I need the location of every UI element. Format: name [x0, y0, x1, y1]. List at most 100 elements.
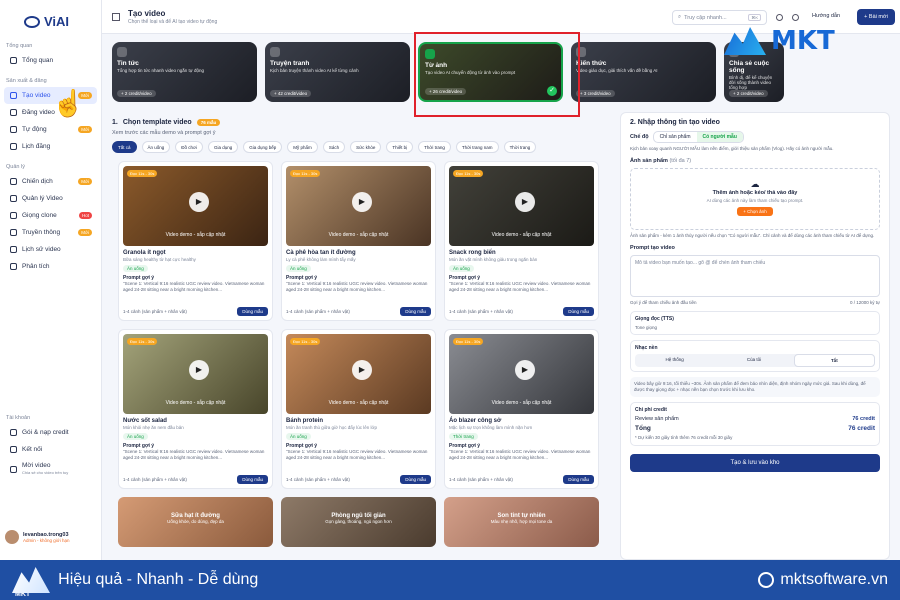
page-title: Tạo video [128, 8, 166, 18]
sidebar-item-auto[interactable]: Tự động Mới [4, 121, 97, 138]
video-thumbnail[interactable]: Đọc 11s - 30s ▶ Video demo - sắp cập nhật [286, 334, 431, 414]
create-save-button[interactable]: Tạo & lưu vào kho [630, 453, 880, 472]
video-thumbnail[interactable]: Đọc 11s - 30s ▶ Video demo - sắp cập nhật [286, 166, 431, 246]
sidebar-item-media[interactable]: Truyền thông Mới [4, 224, 97, 241]
filter-chip[interactable]: Gia dụng [208, 141, 239, 153]
filter-chip[interactable]: Sách [322, 141, 346, 153]
filter-chip[interactable]: Gia dụng bếp [243, 141, 283, 153]
play-icon[interactable]: ▶ [515, 192, 535, 212]
template-card-preview[interactable]: Phòng ngủ tối giản Gọn gàng, thoáng, ngủ … [281, 497, 436, 547]
upload-icon [10, 109, 17, 116]
music-option-off[interactable]: Tắt [793, 354, 875, 368]
sidebar-item-connect[interactable]: Kết nối [4, 441, 97, 458]
cost-total: Tổng 76 credit [635, 425, 875, 433]
play-icon[interactable]: ▶ [189, 192, 209, 212]
filter-chip[interactable]: Đồ chơi [175, 141, 203, 153]
video-thumbnail[interactable]: Đọc 11s - 30s ▶ Video demo - sắp cập nhật [123, 166, 268, 246]
bell-icon[interactable] [776, 14, 783, 21]
template-card[interactable]: Đọc 11s - 30s ▶ Video demo - sắp cập nhật … [118, 329, 273, 489]
mkt-footer-logo-icon [12, 567, 50, 593]
filter-chip[interactable]: Sức khỏe [350, 141, 382, 153]
prompt-input[interactable]: Mô tả video bạn muốn tạo... gõ @ để chèn… [630, 254, 880, 297]
sidebar-item-overview[interactable]: Tổng quan [4, 52, 97, 69]
use-template-button[interactable]: Dùng mẫu [400, 307, 431, 316]
folder-icon [10, 195, 17, 202]
sidebar-item-manage-video[interactable]: Quản lý Video [4, 190, 97, 207]
sidebar-item-schedule[interactable]: Lịch đăng [4, 138, 97, 155]
template-name: Cà phê hòa tan ít đường [286, 250, 356, 256]
template-card[interactable]: Đọc 11s - 30s ▶ Video demo - sắp cập nhật … [281, 161, 436, 321]
sidebar-item-voice-clone[interactable]: Giọng clone Hot [4, 207, 97, 224]
use-template-button[interactable]: Dùng mẫu [400, 475, 431, 484]
cost-row: Review sản phẩm 76 credit [635, 416, 875, 423]
highlight-box [414, 32, 580, 117]
website: mktsoftware.vn [758, 571, 888, 589]
new-post-button[interactable]: + Bài mới [857, 9, 895, 25]
mode-card-news[interactable]: Tin tức Tổng hợp tin tức nhanh video ngắn… [112, 42, 257, 102]
tts-box[interactable]: Giọng đọc (TTS) Tone giọng [630, 310, 880, 336]
filter-chip[interactable]: Thiết bị [386, 141, 414, 153]
guide-link[interactable]: Hướng dẫn [812, 13, 840, 19]
info-note: Video bây giờ 9:16, tối thiểu ~30s. Ảnh … [630, 377, 880, 398]
category-tag: Thời trang [449, 433, 478, 440]
mode-option-product-only[interactable]: Chỉ sản phẩm [654, 132, 697, 142]
use-template-button[interactable]: Dùng mẫu [563, 475, 594, 484]
music-option-system[interactable]: Hệ thống [635, 354, 714, 367]
filter-chip[interactable]: Tất cả [112, 141, 137, 153]
sidebar-item-campaign[interactable]: Chiến dịch Mới [4, 173, 97, 190]
duration-badge: Đọc 11s - 30s [127, 338, 158, 345]
upload-icon: ☁ [750, 178, 760, 189]
filter-chip[interactable]: Mỹ phẩm [287, 141, 318, 153]
video-thumbnail[interactable]: Đọc 11s - 30s ▶ Video demo - sắp cập nhật [449, 166, 594, 246]
history-icon [10, 246, 17, 253]
mode-card-comic[interactable]: Truyện tranh Kịch bản truyện thành video … [265, 42, 410, 102]
sidebar-item-history[interactable]: Lịch sử video [4, 241, 97, 258]
video-thumbnail[interactable]: Đọc 11s - 30s ▶ Video demo - sắp cập nhật [449, 334, 594, 414]
quick-search[interactable]: ⌕ Truy cập nhanh... ⌘K [672, 10, 767, 25]
demo-caption: Video demo - sắp cập nhật [491, 400, 552, 406]
cost-box: Chi phí credit Review sản phẩm 76 credit … [630, 402, 880, 446]
template-card[interactable]: Đọc 11s - 30s ▶ Video demo - sắp cập nhật … [444, 161, 599, 321]
app-logo[interactable]: ViAI [0, 0, 101, 34]
user-profile[interactable]: levanbao.trong03 Admin - không giới hạn [5, 530, 69, 544]
mode-card-knowledge[interactable]: Kiến thức Video giáo dục, giải thích vấn … [571, 42, 716, 102]
filter-chip[interactable]: Thời trang [503, 141, 537, 153]
filter-chip[interactable]: Thời trang nam [455, 141, 499, 153]
template-card[interactable]: Đọc 11s - 30s ▶ Video demo - sắp cập nhật … [118, 161, 273, 321]
sidebar-toggle-icon[interactable] [112, 12, 120, 21]
mode-option-with-model[interactable]: Có người mẫu [696, 132, 743, 142]
play-icon[interactable]: ▶ [189, 360, 209, 380]
play-icon[interactable]: ▶ [515, 360, 535, 380]
mkt-logo-icon [724, 27, 766, 55]
page-subtitle: Chọn thể loại và để AI tạo video tự động [128, 18, 218, 25]
theme-icon[interactable] [792, 14, 799, 21]
video-thumbnail[interactable]: Đọc 11s - 30s ▶ Video demo - sắp cập nhật [123, 334, 268, 414]
filter-chip[interactable]: Thời trang [418, 141, 451, 153]
choose-image-button[interactable]: + Chọn ảnh [737, 206, 773, 216]
mode-note: Kịch bản xoay quanh NGƯỜI MẪU làm nền đi… [630, 146, 834, 151]
user-role: Admin - không giới hạn [23, 537, 70, 543]
template-card[interactable]: Đọc 11s - 30s ▶ Video demo - sắp cập nhật … [281, 329, 436, 489]
use-template-button[interactable]: Dùng mẫu [563, 307, 594, 316]
template-title: 1. Chọn template video 76 mẫu [112, 119, 612, 126]
use-template-button[interactable]: Dùng mẫu [237, 475, 268, 484]
wallet-icon [10, 429, 17, 436]
filter-chip[interactable]: Ăn uống [141, 141, 171, 153]
sidebar-item-credit[interactable]: Gói & nạp credit [4, 424, 97, 441]
sidebar-item-analytics[interactable]: Phân tích [4, 258, 97, 275]
play-icon[interactable]: ▶ [352, 192, 372, 212]
template-card[interactable]: Đọc 11s - 30s ▶ Video demo - sắp cập nhật … [444, 329, 599, 489]
prompt-hint: Gợi ý để tham chiếu ảnh đầu tiên [630, 299, 697, 305]
scene-count: 1-4 cảnh (sản phẩm + nhân vật) [449, 309, 513, 314]
sidebar-item-invite[interactable]: Mời video Chia sẻ cho video trên tuy [4, 458, 97, 480]
logo-icon [24, 15, 40, 28]
use-template-button[interactable]: Dùng mẫu [237, 307, 268, 316]
play-icon[interactable]: ▶ [352, 360, 372, 380]
template-card-preview[interactable]: Sữa hạt ít đường Uống khỏe, do dùng, đẹp … [118, 497, 273, 547]
image-dropzone[interactable]: ☁ Thêm ảnh hoặc kéo/ thả vào đây AI dùng… [630, 167, 880, 230]
prompt-text: "Scene 1: Vertical 9:16 realistic UGC re… [286, 449, 428, 460]
scene-count: 1-4 cảnh (sản phẩm + nhân vật) [449, 477, 513, 482]
music-option-mine[interactable]: Của tôi [714, 354, 793, 367]
template-name: Áo blazer công sở [449, 418, 502, 424]
template-card-preview[interactable]: Son tint tự nhiên Màu nhẹ nhõ, hợp mọi to… [444, 497, 599, 547]
